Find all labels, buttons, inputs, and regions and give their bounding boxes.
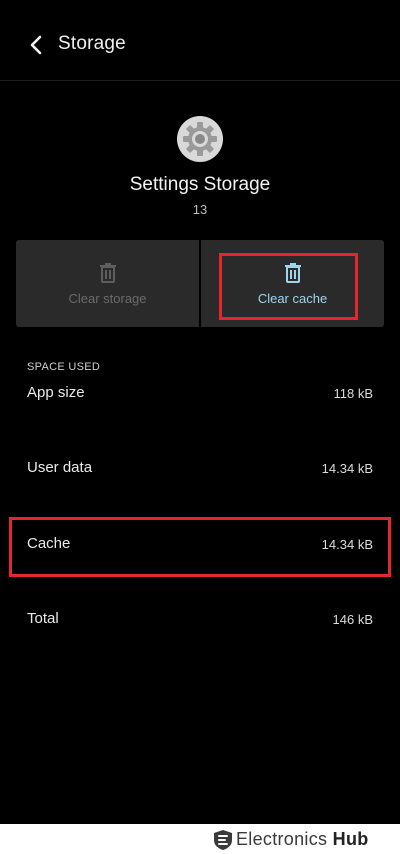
- chevron-left-icon: [30, 35, 42, 55]
- actions-divider: [199, 240, 201, 327]
- user-data-label: User data: [27, 459, 93, 476]
- back-button[interactable]: [18, 28, 54, 62]
- clear-storage-button[interactable]: Clear storage: [16, 240, 199, 327]
- cache-label: Cache: [27, 535, 71, 552]
- app-icon: [176, 115, 224, 163]
- clear-cache-label: Clear cache: [257, 291, 328, 306]
- user-data-value: 14.34 kB: [321, 461, 373, 476]
- space-used-header: SPACE USED: [27, 361, 101, 373]
- app-size-value: 118 kB: [333, 386, 373, 401]
- electronics-hub-logo-icon: [214, 830, 232, 850]
- total-value: 146 kB: [332, 612, 373, 627]
- trash-icon: [99, 263, 116, 283]
- watermark-text: Electronics Hub: [236, 829, 369, 850]
- gear-icon: [177, 116, 223, 162]
- app-name: Settings Storage: [129, 174, 271, 195]
- clear-storage-label: Clear storage: [68, 291, 147, 306]
- cache-value: 14.34 kB: [321, 537, 373, 552]
- app-version: 13: [192, 202, 208, 217]
- page-title: Storage: [58, 33, 126, 54]
- total-label: Total: [27, 610, 59, 627]
- watermark-brand-bold: Hub: [332, 829, 369, 849]
- app-size-label: App size: [27, 384, 85, 401]
- watermark-brand: Electronics: [236, 829, 328, 849]
- trash-icon: [284, 263, 301, 283]
- clear-cache-button[interactable]: Clear cache: [201, 240, 384, 327]
